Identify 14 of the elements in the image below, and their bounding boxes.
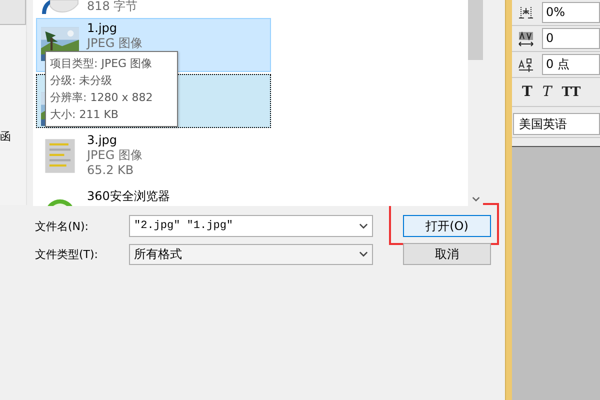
file-name: 360安全浏览器	[87, 189, 170, 204]
file-size: 65.2 KB	[87, 163, 135, 178]
tooltip-line: 项目类型: JPEG 图像	[50, 56, 154, 72]
file-type-label: 文件类型(T):	[35, 246, 100, 262]
file-size: 818 字节	[87, 0, 138, 14]
sidebar-label: 函	[0, 129, 12, 144]
tooltip-line: 分级: 未分级	[50, 73, 114, 89]
file-name: 3.jpg	[87, 133, 118, 148]
file-name-label: 文件名(N):	[35, 218, 90, 234]
file-type: JPEG 图像	[87, 148, 142, 163]
file-type: JPEG 图像	[87, 36, 142, 51]
file-name: 1.jpg	[87, 21, 118, 36]
tooltip-line: 分辨率: 1280 x 882	[50, 90, 154, 106]
tooltip-line: 大小: 211 KB	[50, 107, 120, 123]
